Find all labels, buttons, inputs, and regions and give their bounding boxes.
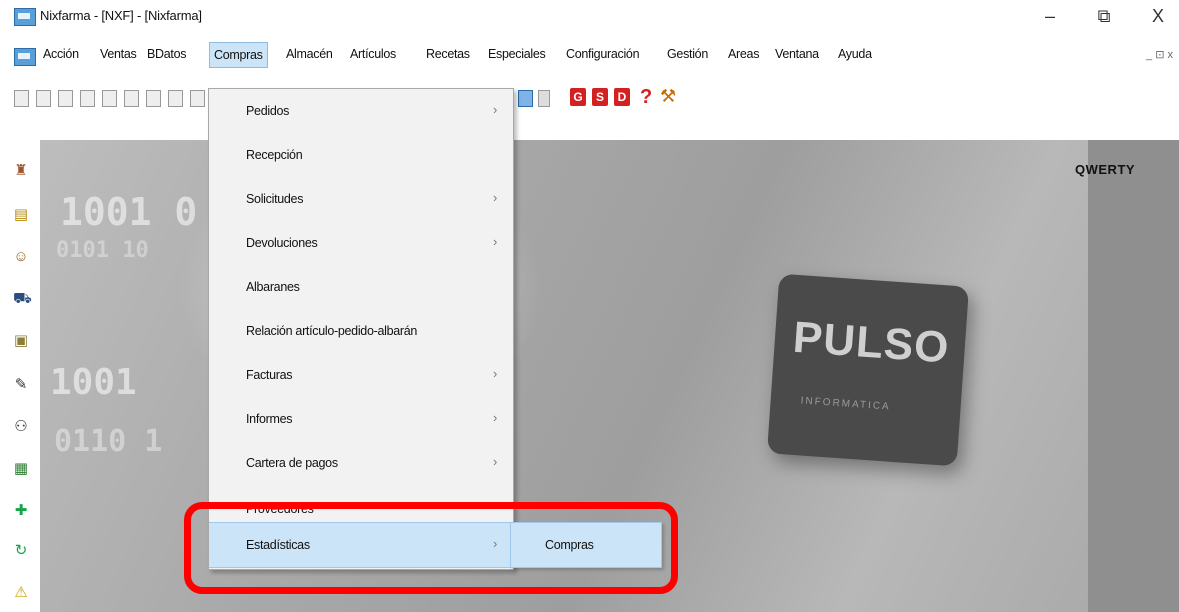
menu-item-solicitudes[interactable]: Solicitudes › [209, 177, 513, 221]
menu-configuracion[interactable]: Configuración [566, 47, 640, 61]
menu-item-relacion-articulo-pedido-albaran[interactable]: Relación artículo-pedido-albarán [209, 309, 513, 353]
menu-item-label: Facturas [246, 368, 293, 382]
toolbar-tool-1-icon[interactable] [14, 90, 29, 107]
mdi-window-controls[interactable]: _ ⊡ x [1146, 48, 1173, 61]
app-menu-icon[interactable] [14, 48, 36, 66]
menu-bdatos[interactable]: BDatos [147, 47, 187, 61]
minimize-button[interactable]: – [1038, 6, 1062, 27]
menu-ayuda[interactable]: Ayuda [838, 47, 872, 61]
document-icon[interactable]: ▦ [13, 460, 29, 478]
warning-icon[interactable]: ⚠ [13, 584, 29, 602]
toolbar-tool-6-icon[interactable] [124, 90, 139, 107]
menu-recetas[interactable]: Recetas [426, 47, 470, 61]
d-button[interactable]: D [614, 88, 630, 106]
cart-icon[interactable]: ⛟ [13, 290, 32, 308]
chevron-right-icon: › [493, 366, 498, 381]
binary-decoration: 1001 [50, 362, 137, 403]
toolbar-tool-4-icon[interactable] [80, 90, 95, 107]
chevron-right-icon: › [493, 234, 498, 249]
menu-articulos[interactable]: Artículos [350, 47, 396, 61]
menu-item-label: Relación artículo-pedido-albarán [246, 324, 418, 338]
menu-item-label: Informes [246, 412, 293, 426]
binary-decoration: 1001 0 [60, 190, 198, 234]
menu-accion[interactable]: Acción [43, 47, 79, 61]
menu-item-facturas[interactable]: Facturas › [209, 353, 513, 397]
binary-decoration: 0101 10 [56, 238, 149, 263]
pharmacy-cross-icon[interactable]: ✚ [13, 502, 29, 520]
person-icon[interactable]: ☺ [13, 248, 29, 266]
box-icon[interactable]: ▣ [13, 332, 29, 350]
chevron-right-icon: › [493, 102, 498, 117]
compras-dropdown-menu: Pedidos › Recepción Solicitudes › Devolu… [208, 88, 514, 570]
menu-item-label: Albaranes [246, 280, 300, 294]
toolbar-tool-2-icon[interactable] [36, 90, 51, 107]
pencil-icon[interactable]: ✎ [13, 376, 29, 394]
menu-gestion[interactable]: Gestión [667, 47, 708, 61]
window-title: Nixfarma - [NXF] - [Nixfarma] [40, 8, 202, 23]
pulso-logo: PULSO INFORMATICA [766, 273, 970, 467]
user-label: QWERTY [1075, 162, 1136, 177]
menu-item-albaranes[interactable]: Albaranes [209, 265, 513, 309]
logo-subtext: INFORMATICA [800, 395, 892, 413]
g-button[interactable]: G [570, 88, 586, 106]
chevron-right-icon: › [493, 190, 498, 205]
menu-almacen[interactable]: Almacén [286, 47, 333, 61]
menu-item-devoluciones[interactable]: Devoluciones › [209, 221, 513, 265]
users-icon[interactable]: ⚇ [13, 418, 29, 436]
toolbar-tool-5-icon[interactable] [102, 90, 117, 107]
toolbar-tool-3-icon[interactable] [58, 90, 73, 107]
menu-item-label: Pedidos [246, 104, 290, 118]
list-icon[interactable] [538, 90, 550, 107]
tools-icon[interactable]: ⚒ [660, 86, 676, 107]
app-icon [14, 8, 36, 26]
menu-item-pedidos[interactable]: Pedidos › [209, 89, 513, 133]
menu-compras[interactable]: Compras [209, 42, 268, 68]
highlight-annotation [184, 502, 678, 594]
left-icon-bar: ♜ ▤ ☺ ⛟ ▣ ✎ ⚇ ▦ ✚ ↻ ⚠ [0, 140, 40, 612]
menu-item-label: Recepción [246, 148, 303, 162]
menu-item-label: Devoluciones [246, 236, 318, 250]
menu-areas[interactable]: Areas [728, 47, 759, 61]
toolbar-tool-9-icon[interactable] [190, 90, 205, 107]
cash-register-icon[interactable]: ♜ [13, 162, 29, 180]
toolbar-tool-7-icon[interactable] [146, 90, 161, 107]
binary-decoration: 0110 1 [54, 424, 163, 459]
menu-ventana[interactable]: Ventana [775, 47, 819, 61]
title-bar: Nixfarma - [NXF] - [Nixfarma] – ⧉ X [0, 0, 1179, 40]
menu-especiales[interactable]: Especiales [488, 47, 546, 61]
toolbar-tool-8-icon[interactable] [168, 90, 183, 107]
menu-item-recepcion[interactable]: Recepción [209, 133, 513, 177]
maximize-button[interactable]: ⧉ [1092, 6, 1116, 27]
help-button[interactable]: ? [640, 86, 652, 109]
chevron-right-icon: › [493, 454, 498, 469]
menu-item-cartera-de-pagos[interactable]: Cartera de pagos › [209, 441, 513, 485]
chevron-right-icon: › [493, 410, 498, 425]
s-button[interactable]: S [592, 88, 608, 106]
menu-bar: Acción Ventas BDatos Compras Almacén Art… [0, 40, 1179, 72]
side-panel [1088, 140, 1179, 612]
menu-ventas[interactable]: Ventas [100, 47, 137, 61]
logo-text: PULSO [791, 312, 952, 373]
toolbar: G S D ? ⚒ [0, 72, 1179, 112]
menu-item-label: Solicitudes [246, 192, 304, 206]
monitor-icon[interactable] [518, 90, 533, 107]
refresh-icon[interactable]: ↻ [13, 542, 29, 560]
menu-item-label: Cartera de pagos [246, 456, 338, 470]
close-button[interactable]: X [1146, 6, 1170, 27]
ticket-icon[interactable]: ▤ [13, 206, 29, 224]
menu-item-informes[interactable]: Informes › [209, 397, 513, 441]
